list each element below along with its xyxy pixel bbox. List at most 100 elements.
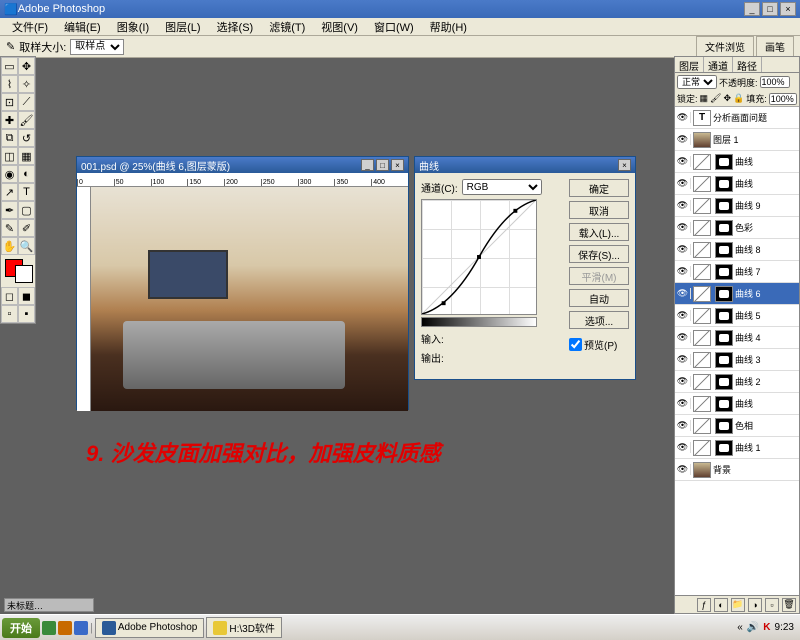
adjust-icon[interactable]: ◑ bbox=[748, 598, 762, 612]
doc-minimize[interactable]: _ bbox=[361, 159, 374, 171]
lock-move-icon[interactable]: ✥ bbox=[723, 93, 731, 104]
layer-row[interactable]: 👁曲线 9 bbox=[675, 195, 799, 217]
layer-row[interactable]: 👁曲线 1 bbox=[675, 437, 799, 459]
menu-filter[interactable]: 滤镜(T) bbox=[263, 19, 311, 35]
options-button[interactable]: 选项... bbox=[569, 311, 629, 329]
start-button[interactable]: 开始 bbox=[2, 618, 40, 638]
opacity-input[interactable] bbox=[760, 76, 790, 88]
load-button[interactable]: 载入(L)... bbox=[569, 223, 629, 241]
layer-row[interactable]: 👁背景 bbox=[675, 459, 799, 481]
heal-tool[interactable]: ✚ bbox=[1, 111, 18, 129]
shape-tool[interactable]: ▢ bbox=[18, 201, 35, 219]
minimized-doc[interactable]: 未标题… bbox=[4, 598, 94, 612]
move-tool[interactable]: ✥ bbox=[18, 57, 35, 75]
visibility-icon[interactable]: 👁 bbox=[675, 442, 691, 453]
folder-icon[interactable]: 📁 bbox=[731, 598, 745, 612]
eraser-tool[interactable]: ◫ bbox=[1, 147, 18, 165]
task-folder[interactable]: H:\3D软件 bbox=[206, 617, 282, 638]
history-tool[interactable]: ↺ bbox=[18, 129, 35, 147]
layer-row[interactable]: 👁曲线 bbox=[675, 151, 799, 173]
type-tool[interactable]: T bbox=[18, 183, 35, 201]
save-button[interactable]: 保存(S)... bbox=[569, 245, 629, 263]
visibility-icon[interactable]: 👁 bbox=[675, 376, 691, 387]
doc-maximize[interactable]: □ bbox=[376, 159, 389, 171]
quickmask-mode[interactable]: ◼ bbox=[18, 287, 35, 305]
brushes-tab[interactable]: 画笔 bbox=[756, 36, 794, 57]
background-color[interactable] bbox=[15, 265, 33, 283]
visibility-icon[interactable]: 👁 bbox=[675, 244, 691, 255]
layer-row[interactable]: 👁曲线 2 bbox=[675, 371, 799, 393]
tray-icon[interactable]: K bbox=[763, 622, 770, 633]
sample-select[interactable]: 取样点 bbox=[70, 39, 124, 55]
lock-all-icon[interactable]: 🔒 bbox=[733, 93, 744, 104]
path-tool[interactable]: ↗ bbox=[1, 183, 18, 201]
visibility-icon[interactable]: 👁 bbox=[675, 178, 691, 189]
tray-icon[interactable]: 🔊 bbox=[747, 622, 759, 633]
visibility-icon[interactable]: 👁 bbox=[675, 156, 691, 167]
visibility-icon[interactable]: 👁 bbox=[675, 398, 691, 409]
input-gradient[interactable] bbox=[421, 317, 537, 327]
quicklaunch-icon[interactable] bbox=[58, 621, 72, 635]
curves-graph[interactable] bbox=[421, 199, 537, 315]
layer-row[interactable]: 👁色彩 bbox=[675, 217, 799, 239]
layer-row[interactable]: 👁曲线 8 bbox=[675, 239, 799, 261]
pen-tool[interactable]: ✒ bbox=[1, 201, 18, 219]
close-button[interactable]: × bbox=[780, 2, 796, 16]
menu-file[interactable]: 文件(F) bbox=[6, 19, 54, 35]
filebrowser-tab[interactable]: 文件浏览 bbox=[696, 36, 754, 57]
visibility-icon[interactable]: 👁 bbox=[675, 200, 691, 211]
layer-row[interactable]: 👁曲线 4 bbox=[675, 327, 799, 349]
tab-paths[interactable]: 路径 bbox=[733, 57, 762, 72]
mask-icon[interactable]: ◐ bbox=[714, 598, 728, 612]
quicklaunch-icon[interactable] bbox=[42, 621, 56, 635]
blur-tool[interactable]: ◉ bbox=[1, 165, 18, 183]
layer-row[interactable]: 👁曲线 7 bbox=[675, 261, 799, 283]
eyedropper-icon[interactable]: ✎ bbox=[6, 40, 15, 53]
channel-select[interactable]: RGB bbox=[462, 179, 542, 195]
fill-input[interactable] bbox=[769, 93, 797, 105]
auto-button[interactable]: 自动 bbox=[569, 289, 629, 307]
system-tray[interactable]: « 🔊 K 9:23 bbox=[733, 620, 798, 635]
menu-help[interactable]: 帮助(H) bbox=[424, 19, 473, 35]
layer-row[interactable]: 👁曲线 bbox=[675, 393, 799, 415]
tab-layers[interactable]: 图层 bbox=[675, 57, 704, 72]
layer-row[interactable]: 👁曲线 6 bbox=[675, 283, 799, 305]
visibility-icon[interactable]: 👁 bbox=[675, 222, 691, 233]
visibility-icon[interactable]: 👁 bbox=[675, 112, 691, 123]
wand-tool[interactable]: ✧ bbox=[18, 75, 35, 93]
visibility-icon[interactable]: 👁 bbox=[675, 420, 691, 431]
layer-row[interactable]: 👁色相 bbox=[675, 415, 799, 437]
new-layer-icon[interactable]: ▫ bbox=[765, 598, 779, 612]
visibility-icon[interactable]: 👁 bbox=[675, 288, 691, 299]
layers-list[interactable]: 👁T分析画面问题👁图层 1👁曲线👁曲线👁曲线 9👁色彩👁曲线 8👁曲线 7👁曲线… bbox=[675, 107, 799, 595]
notes-tool[interactable]: ✎ bbox=[1, 219, 18, 237]
lock-trans-icon[interactable]: ▦ bbox=[700, 93, 709, 104]
menu-image[interactable]: 图象(I) bbox=[111, 19, 155, 35]
screen-std[interactable]: ▫ bbox=[1, 305, 18, 323]
maximize-button[interactable]: □ bbox=[762, 2, 778, 16]
tab-channels[interactable]: 通道 bbox=[704, 57, 733, 72]
visibility-icon[interactable]: 👁 bbox=[675, 310, 691, 321]
brush-tool[interactable]: 🖌 bbox=[18, 111, 35, 129]
preview-checkbox[interactable] bbox=[569, 338, 582, 351]
doc-close[interactable]: × bbox=[391, 159, 404, 171]
quicklaunch-icon[interactable] bbox=[74, 621, 88, 635]
fx-icon[interactable]: ƒ bbox=[697, 598, 711, 612]
visibility-icon[interactable]: 👁 bbox=[675, 266, 691, 277]
visibility-icon[interactable]: 👁 bbox=[675, 332, 691, 343]
lock-paint-icon[interactable]: 🖌 bbox=[710, 93, 721, 104]
layer-row[interactable]: 👁曲线 5 bbox=[675, 305, 799, 327]
color-swatch[interactable] bbox=[3, 257, 35, 285]
hand-tool[interactable]: ✋ bbox=[1, 237, 18, 255]
cancel-button[interactable]: 取消 bbox=[569, 201, 629, 219]
visibility-icon[interactable]: 👁 bbox=[675, 134, 691, 145]
visibility-icon[interactable]: 👁 bbox=[675, 464, 691, 475]
gradient-tool[interactable]: ▦ bbox=[18, 147, 35, 165]
eyedropper-tool[interactable]: ✐ bbox=[18, 219, 35, 237]
curves-close[interactable]: × bbox=[618, 159, 631, 171]
canvas[interactable] bbox=[91, 187, 408, 411]
task-photoshop[interactable]: Adobe Photoshop bbox=[95, 618, 205, 638]
blend-select[interactable]: 正常 bbox=[677, 75, 717, 89]
menu-view[interactable]: 视图(V) bbox=[315, 19, 364, 35]
ok-button[interactable]: 确定 bbox=[569, 179, 629, 197]
